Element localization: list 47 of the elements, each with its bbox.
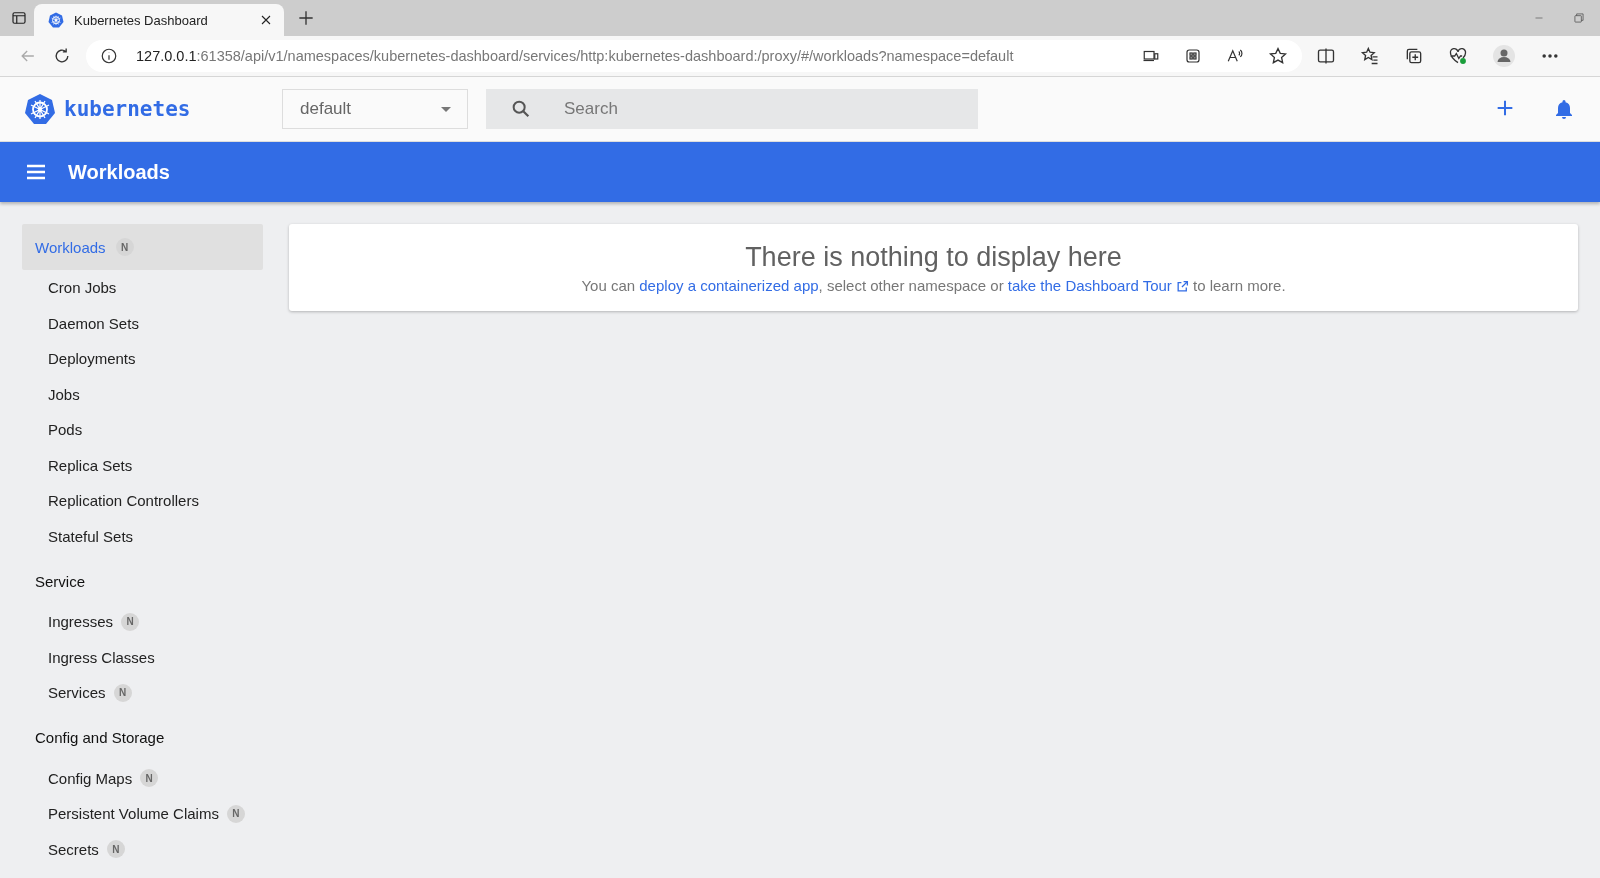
- restore-icon[interactable]: [1572, 11, 1586, 25]
- profile-icon[interactable]: [1492, 44, 1516, 68]
- sidebar-item[interactable]: Persistent Volume Claims N: [22, 796, 263, 832]
- sidebar-item[interactable]: Ingresses N: [22, 604, 263, 640]
- split-screen-icon[interactable]: [1316, 46, 1336, 66]
- search-icon: [510, 98, 532, 120]
- sidebar-item[interactable]: Daemon Sets: [22, 305, 263, 341]
- dropdown-caret-icon: [441, 106, 451, 112]
- namespaced-badge: N: [140, 769, 159, 788]
- namespaced-badge: N: [226, 804, 245, 823]
- empty-state-message: You can deploy a containerized app, select other namespace or take the Dashboard Tour to learn more.: [581, 276, 1286, 294]
- new-tab-icon[interactable]: [296, 8, 316, 28]
- sidebar-item[interactable]: Stateful Sets: [22, 518, 263, 554]
- sidebar-item[interactable]: Cron Jobs: [22, 270, 263, 306]
- logo-text: kubernetes: [64, 97, 191, 121]
- sidebar-section[interactable]: Service: [22, 558, 263, 604]
- heart-pulse-icon[interactable]: [1448, 46, 1468, 66]
- favorites-icon[interactable]: [1360, 46, 1380, 66]
- browser-tab[interactable]: Kubernetes Dashboard: [34, 4, 284, 36]
- sidebar-item[interactable]: Replication Controllers: [22, 483, 263, 519]
- kubernetes-logo-icon: [24, 93, 56, 125]
- link[interactable]: take the Dashboard Tour: [1007, 276, 1189, 294]
- info-icon[interactable]: [100, 47, 118, 65]
- link[interactable]: deploy a containerized app: [639, 276, 819, 294]
- sidebar-item[interactable]: Jobs: [22, 376, 263, 412]
- sidebar-item[interactable]: Secrets N: [22, 831, 263, 867]
- star-icon[interactable]: [1268, 46, 1288, 66]
- sidebar-section[interactable]: Workloads N: [22, 224, 263, 270]
- sidebar-item[interactable]: Deployments: [22, 341, 263, 377]
- sidebar-item[interactable]: Ingress Classes: [22, 639, 263, 675]
- namespaced-badge: N: [121, 612, 140, 631]
- search-field[interactable]: Search: [486, 89, 978, 129]
- empty-state-title: There is nothing to display here: [745, 241, 1122, 273]
- sidebar-item[interactable]: Replica Sets: [22, 447, 263, 483]
- sidebar-item[interactable]: Config Maps N: [22, 760, 263, 796]
- namespaced-badge: N: [115, 238, 134, 256]
- sidebar-section[interactable]: Config and Storage: [22, 714, 263, 761]
- namespace-select[interactable]: default: [282, 89, 468, 129]
- page-title: Workloads: [68, 160, 170, 184]
- namespaced-badge: N: [113, 683, 132, 702]
- sidebar-item[interactable]: Pods: [22, 412, 263, 448]
- namespaced-badge: N: [106, 840, 125, 859]
- grid-icon[interactable]: [1184, 47, 1202, 65]
- sidebar-toggle-icon[interactable]: [10, 9, 28, 27]
- kubernetes-logo-icon: [48, 12, 64, 28]
- collections-icon[interactable]: [1404, 46, 1424, 66]
- sidebar-item[interactable]: Services N: [22, 675, 263, 711]
